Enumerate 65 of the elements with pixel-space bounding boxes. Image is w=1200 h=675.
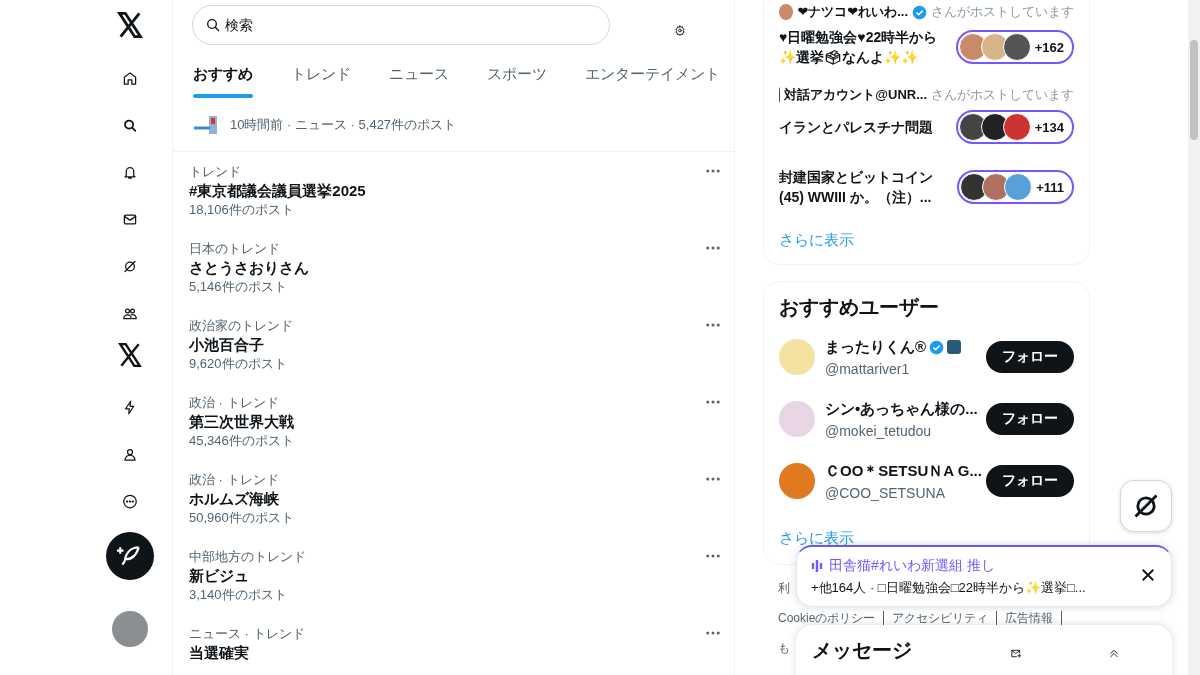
post-button[interactable] <box>106 532 154 580</box>
host-label: さんがホストしています <box>931 3 1074 21</box>
trend-title[interactable]: ホルムズ海峡 <box>189 489 704 508</box>
space-toast[interactable]: 田舎猫#れいわ新選組 推し +他164人 · □日曜勉強会□22時半から✨選挙□... <box>796 545 1172 607</box>
listeners-pill[interactable]: +162 <box>955 30 1074 64</box>
trend-category: 政治 · トレンド <box>189 471 280 489</box>
tab[interactable]: おすすめ <box>193 50 253 98</box>
trend-title[interactable]: 新ビジュ <box>189 566 704 585</box>
host-name: ❤ナツコ❤れいわ... <box>797 3 908 21</box>
post-count: 50,960件のポスト <box>189 509 295 527</box>
user-avatar[interactable] <box>779 463 815 499</box>
post-count: 5,146件のポスト <box>189 278 288 296</box>
user-handle: @mattariver1 <box>825 360 911 377</box>
post-count: 3,140件のポスト <box>189 586 288 604</box>
trend-category: トレンド <box>189 163 242 181</box>
post-count: 45,346件のポスト <box>189 432 295 450</box>
follow-button[interactable]: フォロー <box>986 465 1074 497</box>
avatar[interactable] <box>112 611 148 647</box>
trend-category: 中部地方のトレンド <box>189 548 307 566</box>
trend-title[interactable]: さとうさおりさん <box>189 258 704 277</box>
footer-link[interactable]: 利 <box>778 581 798 595</box>
user-name[interactable]: まったりくん® <box>825 337 927 357</box>
trend-title[interactable]: 当選確実 <box>189 643 704 662</box>
user-handle: @COO_SETSUNA <box>825 484 946 501</box>
close-icon <box>1139 566 1157 584</box>
tab[interactable]: ニュース <box>389 50 449 98</box>
messages-title: メッセージ <box>812 638 913 663</box>
follow-button[interactable]: フォロー <box>986 341 1074 373</box>
news-logo-icon <box>192 113 220 136</box>
trend-category: ニュース · トレンド <box>189 625 306 643</box>
trend-title[interactable]: 小池百合子 <box>189 335 704 354</box>
tab[interactable]: スポーツ <box>487 50 547 98</box>
listeners-pill[interactable]: +134 <box>955 110 1074 144</box>
host-label: さんがホストしています <box>931 86 1074 104</box>
listeners-pill[interactable]: +111 <box>957 170 1074 204</box>
space-bar-title: 田舎猫#れいわ新選組 推し <box>829 556 995 575</box>
scrollbar[interactable] <box>1188 0 1200 675</box>
search-field[interactable]: 検索 <box>192 5 610 45</box>
audio-bars-icon <box>811 558 823 573</box>
trend-category: 日本のトレンド <box>189 240 281 258</box>
x-logo-icon[interactable] <box>117 342 143 368</box>
user-name[interactable]: シン•あっちゃん様の... <box>825 399 978 419</box>
footer-link[interactable]: も <box>778 641 798 655</box>
trend-category: 政治 · トレンド <box>189 394 280 412</box>
trend-category: 政治家のトレンド <box>189 317 294 335</box>
card-title: おすすめユーザー <box>779 296 940 318</box>
trend-title[interactable]: #東京都議会議員選挙2025 <box>189 181 704 200</box>
space-title[interactable]: 封建国家とビットコイン(45) WWIII か。（注）... <box>779 167 948 207</box>
news-meta: 10時間前 · ニュース · 5,427件のポスト <box>230 115 457 134</box>
user-name[interactable]: ＣOO＊SETSUＮA G... <box>825 461 982 481</box>
host-name: 対話アカウント@UNR... <box>784 86 927 104</box>
post-count: 18,106件のポスト <box>189 201 295 219</box>
x-logo-icon[interactable] <box>116 11 144 39</box>
follow-button[interactable]: フォロー <box>986 403 1074 435</box>
space-title[interactable]: ♥日曜勉強会♥22時半から✨選挙🗳なんよ✨✨ <box>779 27 946 67</box>
search-icon <box>205 17 221 33</box>
tab[interactable]: エンターテイメント <box>585 50 720 98</box>
slashed-circle-button[interactable] <box>1120 480 1172 532</box>
space-bar-subtitle: +他164人 · □日曜勉強会□22時半から✨選挙□... <box>811 578 1087 597</box>
space-title[interactable]: イランとパレスチナ問題 <box>779 117 946 137</box>
slashed-circle-icon <box>1132 492 1160 520</box>
post-count: 9,620件のポスト <box>189 355 288 373</box>
trend-title[interactable]: 第三次世界大戦 <box>189 412 704 431</box>
user-handle: @mokei_tetudou <box>825 422 933 439</box>
tab[interactable]: トレンド <box>291 50 351 98</box>
